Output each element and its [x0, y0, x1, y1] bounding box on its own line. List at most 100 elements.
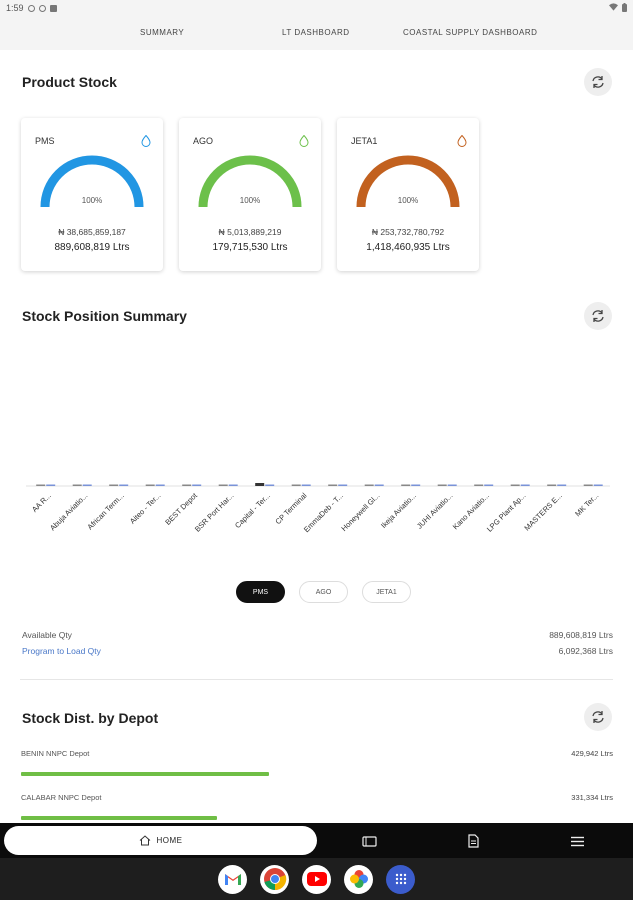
chart-category-label: Aiteo - Ter... [128, 491, 163, 526]
stock-dist-refresh-button[interactable] [584, 703, 612, 731]
filter-pill-pms[interactable]: PMS [236, 581, 285, 603]
chart-bar[interactable] [593, 484, 603, 487]
photos-icon [349, 870, 368, 888]
status-bar: 1:59 [0, 0, 633, 16]
product-name: PMS [35, 136, 55, 146]
chart-bar[interactable] [192, 484, 202, 487]
product-card-pms: PMS 100% ₦ 38,685,859,187 889,608,819 Lt… [21, 118, 163, 271]
chrome-icon [263, 868, 286, 891]
depot-name: CALABAR NNPC Depot [21, 793, 102, 802]
gauge-percent: 100% [397, 196, 419, 205]
chart-bar[interactable] [437, 484, 447, 487]
chart-category-label: MK Ter... [573, 491, 600, 518]
chart-bar[interactable] [82, 484, 92, 487]
stock-litres: 1,418,460,935 Ltrs [366, 242, 450, 253]
depot-value: 429,942 Ltrs [571, 749, 613, 758]
chart-category-label: African Term... [85, 491, 125, 531]
photos-app[interactable] [344, 864, 373, 894]
app-drawer-icon [395, 873, 406, 885]
program-to-load-link[interactable]: Program to Load Qty [22, 646, 101, 656]
stock-value-naira: ₦ 253,732,780,792 [371, 227, 445, 237]
home-icon [139, 835, 150, 846]
chart-bar[interactable] [291, 484, 301, 487]
chart-bar[interactable] [447, 484, 457, 487]
ticket-icon [361, 835, 377, 847]
nav-ticket-button[interactable] [361, 833, 377, 849]
chart-bar[interactable] [255, 483, 265, 486]
stock-litres: 889,608,819 Ltrs [54, 242, 130, 253]
gmail-app[interactable] [218, 864, 247, 894]
droplet-icon [299, 134, 309, 152]
chart-bar[interactable] [182, 484, 192, 487]
app-dock [0, 858, 633, 900]
stock-value-naira: ₦ 38,685,859,187 [58, 227, 126, 237]
chart-category-label: Capital - Ter... [233, 491, 272, 530]
menu-icon [570, 836, 584, 846]
chart-bar[interactable] [155, 484, 165, 487]
chart-category-label: LPG Plant Ap... [485, 491, 528, 534]
chart-bar[interactable] [510, 484, 520, 487]
chart-bar[interactable] [401, 484, 411, 487]
chart-bar[interactable] [46, 484, 56, 487]
battery-icon [622, 2, 627, 14]
chart-category-label: AA R... [30, 491, 53, 514]
depot-name: BENIN NNPC Depot [21, 749, 90, 758]
chart-bar[interactable] [374, 484, 384, 487]
chart-bar[interactable] [474, 484, 484, 487]
app-drawer-button[interactable] [386, 864, 415, 894]
product-name: JETA1 [351, 136, 378, 146]
product-name: AGO [193, 136, 214, 146]
chart-bar[interactable] [583, 484, 593, 487]
chart-bar[interactable] [228, 484, 238, 487]
available-qty-value: 889,608,819 Ltrs [549, 630, 613, 640]
chart-bar[interactable] [411, 484, 421, 487]
chart-bar[interactable] [119, 484, 129, 487]
product-card-ago: AGO 100% ₦ 5,013,889,219 179,715,530 Ltr… [179, 118, 321, 271]
chart-category-label: Ikeja Aviatio... [379, 491, 418, 530]
chart-category-label: Abuja Aviatio... [48, 491, 89, 532]
chart-bar[interactable] [72, 484, 82, 487]
gauge-percent: 100% [81, 196, 103, 205]
chart-bar[interactable] [364, 484, 374, 487]
chart-bar[interactable] [484, 484, 494, 487]
stock-position-title: Stock Position Summary [22, 308, 187, 324]
youtube-app[interactable] [302, 864, 331, 894]
status-time: 1:59 [6, 3, 24, 13]
chart-bar[interactable] [36, 484, 46, 487]
chart-bar[interactable] [557, 484, 567, 487]
depot-bar [21, 772, 269, 776]
nav-menu-button[interactable] [569, 833, 585, 849]
chart-bar[interactable] [109, 484, 119, 487]
stock-position-refresh-button[interactable] [584, 302, 612, 330]
bottom-navigation: HOME [0, 823, 633, 858]
tab-lt-dashboard[interactable]: LT DASHBOARD [282, 16, 350, 50]
depot-value: 331,334 Ltrs [571, 793, 613, 802]
chart-bar[interactable] [265, 484, 275, 487]
droplet-icon [457, 134, 467, 152]
stock-litres: 179,715,530 Ltrs [212, 242, 288, 253]
chart-bar[interactable] [145, 484, 155, 487]
chart-bar[interactable] [547, 484, 557, 487]
nav-document-button[interactable] [465, 833, 481, 849]
nav-home-label: HOME [156, 836, 183, 845]
wifi-icon [609, 3, 618, 13]
chrome-app[interactable] [260, 864, 289, 894]
tab-summary[interactable]: SUMMARY [140, 16, 184, 50]
product-card-jeta1: JETA1 100% ₦ 253,732,780,792 1,418,460,9… [337, 118, 479, 271]
nav-home-button[interactable]: HOME [4, 826, 317, 855]
chart-bar[interactable] [520, 484, 530, 487]
tab-coastal-supply-dashboard[interactable]: COASTAL SUPPLY DASHBOARD [403, 16, 537, 50]
stock-position-chart: AA R...Abuja Aviatio...African Term... Ai… [26, 483, 610, 534]
chart-bar[interactable] [218, 484, 228, 487]
refresh-icon [592, 76, 604, 88]
chart-bar[interactable] [301, 484, 311, 487]
chart-bar[interactable] [338, 484, 348, 487]
chart-category-label: BSR Port Har... [193, 491, 236, 534]
product-stock-refresh-button[interactable] [584, 68, 612, 96]
filter-pill-ago[interactable]: AGO [299, 581, 348, 603]
chart-category-label: Honeywell Gl... [339, 491, 381, 533]
chart-bar[interactable] [328, 484, 338, 487]
notification-icon [27, 4, 35, 12]
droplet-icon [141, 134, 151, 152]
filter-pill-jeta1[interactable]: JETA1 [362, 581, 411, 603]
